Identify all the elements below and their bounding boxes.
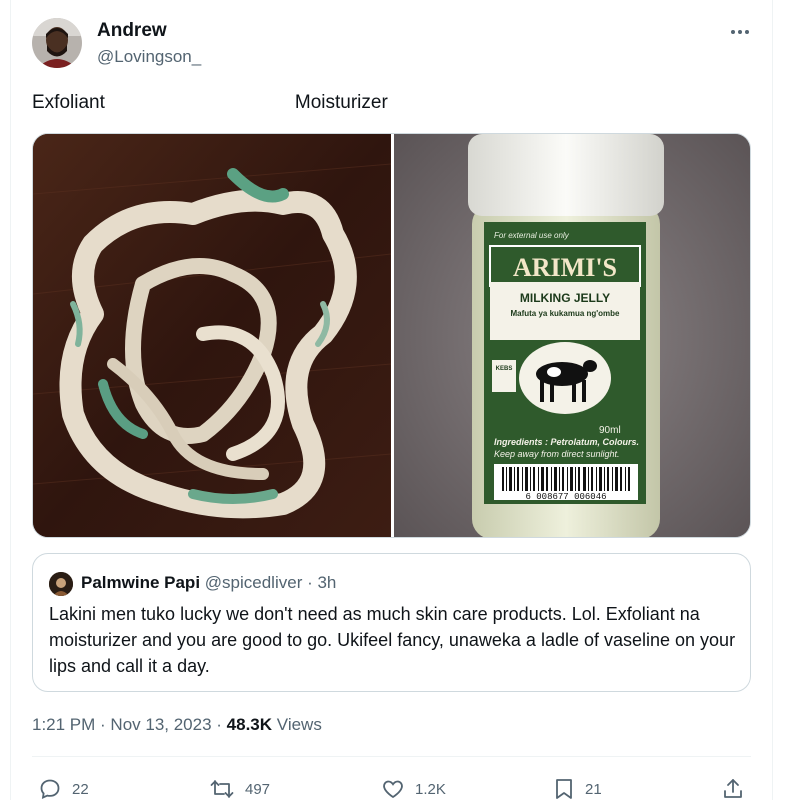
share-button[interactable]	[721, 777, 745, 800]
heart-icon	[383, 780, 403, 799]
author-avatar[interactable]	[32, 18, 82, 68]
jar-barcode: 6 008677 006046	[525, 492, 606, 502]
quoted-header: Palmwine Papi @spicedliver · 3h	[81, 573, 337, 592]
reply-button[interactable]: 22	[38, 777, 89, 800]
media-image-moisturizer[interactable]: For external use only ARIMI'S MILKING JE…	[394, 134, 750, 537]
quoted-author-name[interactable]: Palmwine Papi	[81, 573, 200, 592]
quoted-tweet[interactable]: Palmwine Papi @spicedliver · 3h Lakini m…	[32, 553, 751, 692]
column-border-left	[10, 0, 11, 800]
bookmark-icon	[556, 779, 572, 799]
bookmark-count: 21	[585, 780, 602, 798]
jar-subtitle: Mafuta ya kukamua ng'ombe	[510, 309, 620, 318]
reply-count: 22	[72, 780, 89, 798]
media-grid: For external use only ARIMI'S MILKING JE…	[32, 133, 751, 538]
tweet-time[interactable]: 1:21 PM	[32, 715, 95, 734]
more-options-icon[interactable]	[726, 18, 754, 46]
jar-warning: Keep away from direct sunlight.	[494, 449, 620, 459]
quoted-author-avatar[interactable]	[49, 572, 73, 596]
repost-button[interactable]: 497	[209, 777, 270, 800]
jar-product: MILKING JELLY	[520, 291, 610, 305]
jar-kebs: KEBS	[496, 366, 513, 372]
quoted-text: Lakini men tuko lucky we don't need as m…	[49, 604, 736, 676]
tweet-meta: 1:21 PM · Nov 13, 2023 · 48.3K Views	[32, 715, 322, 734]
like-count: 1.2K	[415, 780, 446, 798]
views-count: 48.3K	[226, 715, 273, 734]
tweet-label-exfoliant: Exfoliant	[32, 92, 105, 113]
tweet-label-moisturizer: Moisturizer	[294, 92, 388, 113]
views-label: Views	[276, 715, 322, 734]
bookmark-button[interactable]: 21	[553, 777, 602, 800]
jar-brand: ARIMI'S	[513, 253, 617, 282]
repost-count: 497	[245, 780, 271, 798]
reply-icon	[40, 779, 60, 799]
jar-volume: 90ml	[599, 425, 621, 436]
quoted-time[interactable]: 3h	[317, 573, 336, 592]
repost-icon	[210, 780, 234, 798]
tweet-text: Exfoliant Moisturizer	[32, 92, 732, 114]
column-border-right	[772, 0, 773, 800]
tweet-date[interactable]: Nov 13, 2023	[110, 715, 211, 734]
media-image-exfoliant[interactable]	[33, 134, 391, 537]
author-name[interactable]: Andrew	[97, 20, 167, 42]
quoted-author-handle[interactable]: @spicedliver	[205, 573, 303, 592]
divider	[32, 756, 751, 757]
share-icon	[724, 779, 742, 798]
jar-top-note: For external use only	[494, 231, 570, 240]
jar-ingredients: Ingredients : Petrolatum, Colours.	[494, 437, 639, 447]
author-handle[interactable]: @Lovingson_	[97, 47, 201, 67]
like-button[interactable]: 1.2K	[381, 777, 446, 800]
